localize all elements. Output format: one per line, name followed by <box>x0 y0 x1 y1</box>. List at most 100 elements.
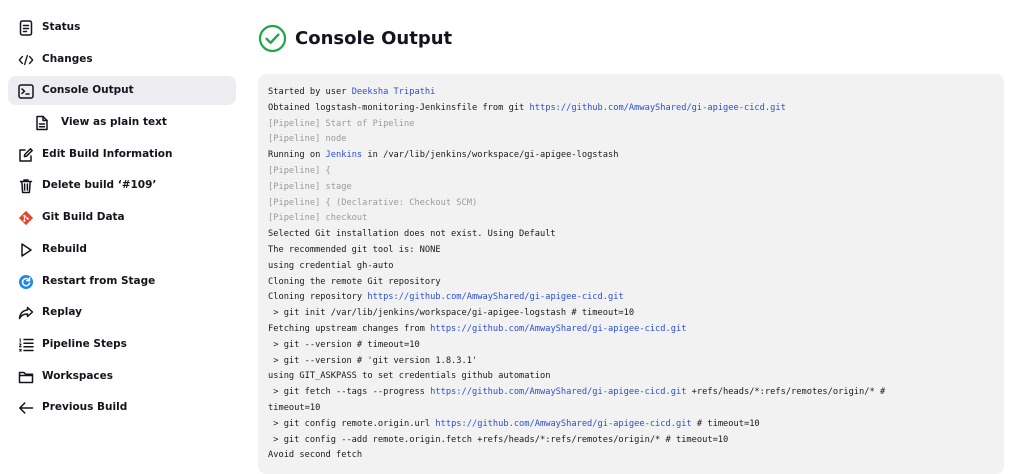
console-text: Cloning repository <box>268 292 368 303</box>
sidebar-item-label: Previous Build <box>42 401 128 414</box>
terminal-icon <box>18 83 34 99</box>
console-line: Obtained logstash-monitoring-Jenkinsfile… <box>268 101 994 117</box>
sidebar-item-edit-build-information[interactable]: Edit Build Information <box>8 140 236 169</box>
sidebar-item-status[interactable]: Status <box>8 13 236 42</box>
console-line: Selected Git installation does not exist… <box>268 227 994 243</box>
console-line: > git config --add remote.origin.fetch +… <box>268 433 994 449</box>
console-line: using credential gh-auto <box>268 259 994 275</box>
edit-icon <box>18 147 34 163</box>
git-icon <box>18 210 34 226</box>
console-text: > git config --add remote.origin.fetch +… <box>268 434 729 445</box>
console-line: [Pipeline] checkout <box>268 211 994 227</box>
console-link[interactable]: Deeksha Tripathi <box>352 87 436 97</box>
code-icon <box>18 52 34 68</box>
page-header: Console Output <box>258 22 452 54</box>
console-text: > git config remote.origin.url <box>268 418 436 429</box>
console-line: Avoid second fetch <box>268 448 994 464</box>
sidebar-item-delete-build[interactable]: Delete build ‘#109’ <box>8 171 236 200</box>
sidebar-item-label: Workspaces <box>42 369 114 382</box>
console-text: +refs/heads/*:refs/remotes/origin/* # <box>686 387 886 398</box>
sidebar-item-label: Pipeline Steps <box>42 337 127 350</box>
console-line: timeout=10 <box>268 401 994 417</box>
trash-icon <box>18 178 34 194</box>
console-text: [Pipeline] { (Declarative: Checkout SCM) <box>268 197 478 208</box>
console-text: [Pipeline] Start of Pipeline <box>268 118 415 129</box>
console-text: > git fetch --tags --progress <box>268 387 431 398</box>
console-line: [Pipeline] { (Declarative: Checkout SCM) <box>268 196 994 212</box>
sidebar-item-label: Edit Build Information <box>42 147 173 160</box>
console-line: > git init /var/lib/jenkins/workspace/gi… <box>268 306 994 322</box>
console-text: timeout=10 <box>268 402 321 413</box>
sidebar-item-label: Console Output <box>42 84 134 97</box>
console-text: using GIT_ASKPASS to set credentials git… <box>268 371 551 382</box>
restart-icon <box>18 274 34 290</box>
console-link[interactable]: https://github.com/AmwayShared/gi-apigee… <box>430 324 686 334</box>
console-line: > git config remote.origin.url https://g… <box>268 417 994 433</box>
sidebar-item-label: Replay <box>42 306 82 319</box>
console-text: The recommended git tool is: NONE <box>268 244 441 255</box>
console-text: Obtained logstash-monitoring-Jenkinsfile… <box>268 102 530 113</box>
console-line: [Pipeline] { <box>268 164 994 180</box>
sidebar-item-label: Restart from Stage <box>42 274 156 287</box>
folder-icon <box>18 369 34 385</box>
console-link[interactable]: https://github.com/AmwayShared/gi-apigee… <box>430 387 686 397</box>
sidebar-item-console-output[interactable]: Console Output <box>8 76 236 106</box>
sidebar-item-restart-from-stage[interactable]: Restart from Stage <box>8 267 236 296</box>
console-text: > git --version # timeout=10 <box>268 339 420 350</box>
console-output-panel[interactable]: Started by user Deeksha Tripathi Obtained… <box>258 74 1004 474</box>
document-icon <box>18 20 34 36</box>
sidebar-item-rebuild[interactable]: Rebuild <box>8 235 236 264</box>
sidebar-item-git-build-data[interactable]: Git Build Data <box>8 203 236 232</box>
console-line: > git fetch --tags --progress https://gi… <box>268 385 994 401</box>
console-text: > git init /var/lib/jenkins/workspace/gi… <box>268 308 635 319</box>
console-text: [Pipeline] checkout <box>268 213 368 224</box>
console-line: [Pipeline] stage <box>268 180 994 196</box>
console-line: Cloning repository https://github.com/Am… <box>268 290 994 306</box>
sidebar-item-previous-build[interactable]: Previous Build <box>8 393 236 422</box>
sidebar-item-label: Status <box>42 21 81 33</box>
steps-list-icon <box>18 337 34 353</box>
console-log: Started by user Deeksha Tripathi Obtained… <box>258 74 1004 464</box>
sidebar: Status Changes Console Output View as plain… <box>8 13 236 425</box>
sidebar-item-pipeline-steps[interactable]: Pipeline Steps <box>8 330 236 359</box>
console-line: Fetching upstream changes from https://g… <box>268 322 994 338</box>
sidebar-item-label: Git Build Data <box>42 211 125 224</box>
console-line: Running on Jenkins in /var/lib/jenkins/w… <box>268 148 994 164</box>
console-text: [Pipeline] { <box>268 165 331 176</box>
sidebar-item-label: View as plain text <box>61 116 167 129</box>
console-text: Started by user <box>268 87 352 97</box>
arrow-left-icon <box>18 400 34 416</box>
console-line: Started by user Deeksha Tripathi <box>268 85 994 101</box>
sidebar-item-label: Delete build ‘#109’ <box>42 179 157 192</box>
console-text: using credential gh-auto <box>268 260 394 271</box>
console-line: > git --version # 'git version 1.8.3.1' <box>268 354 994 370</box>
console-line: [Pipeline] node <box>268 132 994 148</box>
console-line: The recommended git tool is: NONE <box>268 243 994 259</box>
success-check-icon <box>258 24 287 53</box>
console-text: Selected Git installation does not exist… <box>268 229 556 240</box>
console-text: # timeout=10 <box>691 418 760 429</box>
console-line: Cloning the remote Git repository <box>268 275 994 291</box>
console-text: > git --version # 'git version 1.8.3.1' <box>268 355 478 366</box>
console-text: [Pipeline] node <box>268 134 347 145</box>
console-line: [Pipeline] Start of Pipeline <box>268 117 994 133</box>
file-icon <box>34 115 50 131</box>
console-link[interactable]: https://github.com/AmwayShared/gi-apigee… <box>367 292 623 302</box>
sidebar-item-changes[interactable]: Changes <box>8 45 236 74</box>
console-line: using GIT_ASKPASS to set credentials git… <box>268 369 994 385</box>
console-link[interactable]: https://github.com/AmwayShared/gi-apigee… <box>530 103 786 113</box>
sidebar-item-workspaces[interactable]: Workspaces <box>8 362 236 391</box>
sidebar-item-replay[interactable]: Replay <box>8 298 236 327</box>
console-text: Running on <box>268 150 326 161</box>
console-text: Cloning the remote Git repository <box>268 276 441 287</box>
page-title: Console Output <box>295 27 453 49</box>
sidebar-item-label: Changes <box>42 52 93 65</box>
console-link[interactable]: Jenkins <box>326 150 363 160</box>
play-icon <box>18 242 34 258</box>
console-text: Avoid second fetch <box>268 450 363 461</box>
console-text: [Pipeline] stage <box>268 181 352 192</box>
console-link[interactable]: https://github.com/AmwayShared/gi-apigee… <box>435 419 691 429</box>
sidebar-item-view-as-plain-text[interactable]: View as plain text <box>8 108 236 137</box>
sidebar-item-label: Rebuild <box>42 242 87 255</box>
console-text: Fetching upstream changes from <box>268 323 431 334</box>
